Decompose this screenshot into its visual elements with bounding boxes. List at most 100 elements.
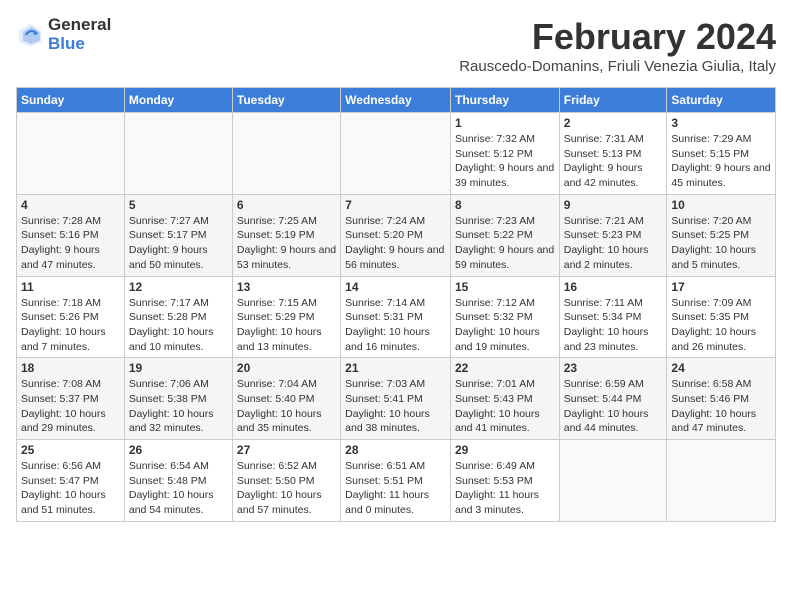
day-info: Sunrise: 6:52 AM Sunset: 5:50 PM Dayligh… <box>237 459 336 518</box>
day-info: Sunrise: 7:32 AM Sunset: 5:12 PM Dayligh… <box>455 132 555 191</box>
day-number: 15 <box>455 280 555 294</box>
day-info: Sunrise: 7:09 AM Sunset: 5:35 PM Dayligh… <box>671 296 771 355</box>
day-info: Sunrise: 6:58 AM Sunset: 5:46 PM Dayligh… <box>671 377 771 436</box>
calendar-cell: 8 Sunrise: 7:23 AM Sunset: 5:22 PM Daylig… <box>450 194 559 276</box>
calendar-cell: 11 Sunrise: 7:18 AM Sunset: 5:26 PM Dayli… <box>17 276 125 358</box>
weekday-header: Tuesday <box>232 88 340 113</box>
logo-icon <box>16 21 44 49</box>
day-number: 11 <box>21 280 120 294</box>
calendar-cell: 7 Sunrise: 7:24 AM Sunset: 5:20 PM Daylig… <box>341 194 451 276</box>
day-info: Sunrise: 6:51 AM Sunset: 5:51 PM Dayligh… <box>345 459 446 518</box>
calendar-cell: 29Sunrise: 6:49 AM Sunset: 5:53 PM Dayli… <box>450 440 559 522</box>
location-title: Rauscedo-Domanins, Friuli Venezia Giulia… <box>459 58 776 75</box>
weekday-header: Saturday <box>667 88 776 113</box>
calendar-cell: 19 Sunrise: 7:06 AM Sunset: 5:38 PM Dayli… <box>124 358 232 440</box>
day-number: 7 <box>345 198 446 212</box>
day-number: 27 <box>237 443 336 457</box>
calendar-cell: 17 Sunrise: 7:09 AM Sunset: 5:35 PM Dayli… <box>667 276 776 358</box>
weekday-header: Monday <box>124 88 232 113</box>
day-number: 26 <box>129 443 228 457</box>
day-number: 23 <box>564 361 663 375</box>
day-info: Sunrise: 7:14 AM Sunset: 5:31 PM Dayligh… <box>345 296 446 355</box>
day-number: 1 <box>455 116 555 130</box>
day-info: Sunrise: 7:08 AM Sunset: 5:37 PM Dayligh… <box>21 377 120 436</box>
day-info: Sunrise: 7:31 AM Sunset: 5:13 PM Dayligh… <box>564 132 663 191</box>
day-info: Sunrise: 7:06 AM Sunset: 5:38 PM Dayligh… <box>129 377 228 436</box>
day-info: Sunrise: 7:18 AM Sunset: 5:26 PM Dayligh… <box>21 296 120 355</box>
day-info: Sunrise: 7:29 AM Sunset: 5:15 PM Dayligh… <box>671 132 771 191</box>
calendar-cell: 10Sunrise: 7:20 AM Sunset: 5:25 PM Dayli… <box>667 194 776 276</box>
day-number: 18 <box>21 361 120 375</box>
calendar-cell: 15 Sunrise: 7:12 AM Sunset: 5:32 PM Dayli… <box>450 276 559 358</box>
day-number: 6 <box>237 198 336 212</box>
calendar-cell <box>559 440 667 522</box>
day-number: 3 <box>671 116 771 130</box>
day-number: 16 <box>564 280 663 294</box>
day-info: Sunrise: 6:54 AM Sunset: 5:48 PM Dayligh… <box>129 459 228 518</box>
day-info: Sunrise: 7:23 AM Sunset: 5:22 PM Dayligh… <box>455 214 555 273</box>
logo-line2: Blue <box>48 35 111 54</box>
day-number: 20 <box>237 361 336 375</box>
weekday-header: Thursday <box>450 88 559 113</box>
calendar-cell <box>232 113 340 195</box>
calendar-cell: 14 Sunrise: 7:14 AM Sunset: 5:31 PM Dayli… <box>341 276 451 358</box>
weekday-header: Wednesday <box>341 88 451 113</box>
calendar-cell: 13 Sunrise: 7:15 AM Sunset: 5:29 PM Dayli… <box>232 276 340 358</box>
day-info: Sunrise: 6:56 AM Sunset: 5:47 PM Dayligh… <box>21 459 120 518</box>
day-info: Sunrise: 7:24 AM Sunset: 5:20 PM Dayligh… <box>345 214 446 273</box>
calendar-cell <box>341 113 451 195</box>
calendar-cell <box>124 113 232 195</box>
month-title: February 2024 <box>459 16 776 58</box>
day-number: 22 <box>455 361 555 375</box>
day-number: 17 <box>671 280 771 294</box>
calendar-cell: 2 Sunrise: 7:31 AM Sunset: 5:13 PM Daylig… <box>559 113 667 195</box>
day-number: 9 <box>564 198 663 212</box>
day-info: Sunrise: 7:17 AM Sunset: 5:28 PM Dayligh… <box>129 296 228 355</box>
day-info: Sunrise: 7:04 AM Sunset: 5:40 PM Dayligh… <box>237 377 336 436</box>
calendar-cell: 1 Sunrise: 7:32 AM Sunset: 5:12 PM Daylig… <box>450 113 559 195</box>
calendar-cell: 25 Sunrise: 6:56 AM Sunset: 5:47 PM Dayli… <box>17 440 125 522</box>
calendar-cell: 21 Sunrise: 7:03 AM Sunset: 5:41 PM Dayli… <box>341 358 451 440</box>
day-info: Sunrise: 7:15 AM Sunset: 5:29 PM Dayligh… <box>237 296 336 355</box>
calendar-cell: 20 Sunrise: 7:04 AM Sunset: 5:40 PM Dayli… <box>232 358 340 440</box>
day-number: 28 <box>345 443 446 457</box>
day-number: 13 <box>237 280 336 294</box>
day-number: 8 <box>455 198 555 212</box>
day-number: 14 <box>345 280 446 294</box>
day-info: Sunrise: 7:03 AM Sunset: 5:41 PM Dayligh… <box>345 377 446 436</box>
calendar-table: SundayMondayTuesdayWednesdayThursdayFrid… <box>16 87 776 522</box>
calendar-cell: 16 Sunrise: 7:11 AM Sunset: 5:34 PM Dayli… <box>559 276 667 358</box>
calendar-cell: 3 Sunrise: 7:29 AM Sunset: 5:15 PM Daylig… <box>667 113 776 195</box>
calendar-cell: 26 Sunrise: 6:54 AM Sunset: 5:48 PM Dayli… <box>124 440 232 522</box>
day-number: 24 <box>671 361 771 375</box>
calendar-cell: 23 Sunrise: 6:59 AM Sunset: 5:44 PM Dayli… <box>559 358 667 440</box>
calendar-cell: 22 Sunrise: 7:01 AM Sunset: 5:43 PM Dayli… <box>450 358 559 440</box>
day-number: 21 <box>345 361 446 375</box>
day-info: Sunrise: 7:21 AM Sunset: 5:23 PM Dayligh… <box>564 214 663 273</box>
weekday-header: Friday <box>559 88 667 113</box>
day-number: 5 <box>129 198 228 212</box>
calendar-cell: 18 Sunrise: 7:08 AM Sunset: 5:37 PM Dayli… <box>17 358 125 440</box>
calendar-cell: 9 Sunrise: 7:21 AM Sunset: 5:23 PM Daylig… <box>559 194 667 276</box>
day-number: 19 <box>129 361 228 375</box>
logo: General Blue <box>16 16 111 53</box>
day-number: 29 <box>455 443 555 457</box>
calendar-cell: 28 Sunrise: 6:51 AM Sunset: 5:51 PM Dayli… <box>341 440 451 522</box>
day-info: Sunrise: 7:01 AM Sunset: 5:43 PM Dayligh… <box>455 377 555 436</box>
day-info: Sunrise: 7:28 AM Sunset: 5:16 PM Dayligh… <box>21 214 120 273</box>
calendar-cell: 5 Sunrise: 7:27 AM Sunset: 5:17 PM Daylig… <box>124 194 232 276</box>
day-info: Sunrise: 7:12 AM Sunset: 5:32 PM Dayligh… <box>455 296 555 355</box>
day-info: Sunrise: 7:11 AM Sunset: 5:34 PM Dayligh… <box>564 296 663 355</box>
day-info: Sunrise: 7:27 AM Sunset: 5:17 PM Dayligh… <box>129 214 228 273</box>
calendar-cell: 27 Sunrise: 6:52 AM Sunset: 5:50 PM Dayli… <box>232 440 340 522</box>
calendar-cell: 6 Sunrise: 7:25 AM Sunset: 5:19 PM Daylig… <box>232 194 340 276</box>
day-info: Sunrise: 6:59 AM Sunset: 5:44 PM Dayligh… <box>564 377 663 436</box>
day-number: 10 <box>671 198 771 212</box>
day-number: 25 <box>21 443 120 457</box>
day-number: 12 <box>129 280 228 294</box>
calendar-cell <box>667 440 776 522</box>
weekday-header: Sunday <box>17 88 125 113</box>
day-info: Sunrise: 7:25 AM Sunset: 5:19 PM Dayligh… <box>237 214 336 273</box>
day-number: 2 <box>564 116 663 130</box>
logo-line1: General <box>48 16 111 35</box>
